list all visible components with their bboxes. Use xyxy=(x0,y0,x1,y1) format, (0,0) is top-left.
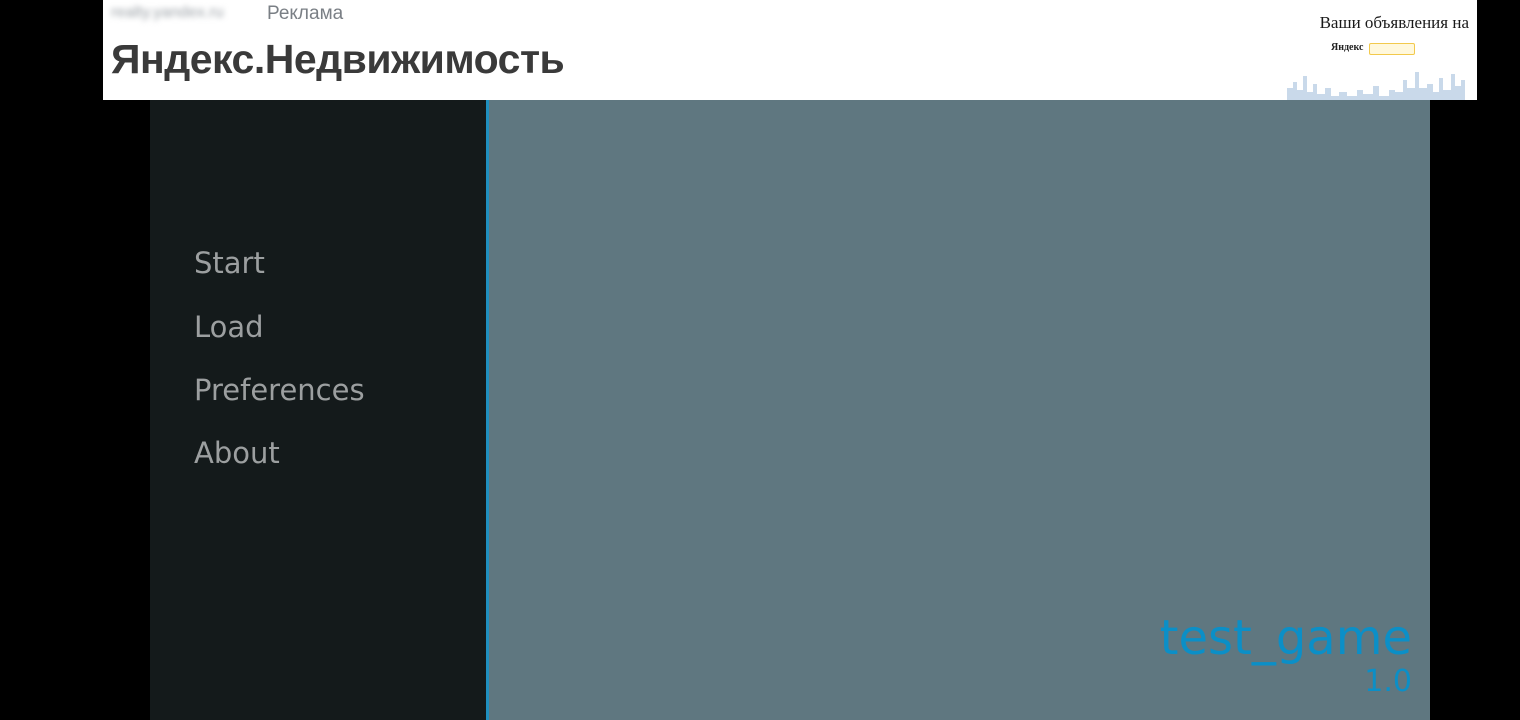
ad-title[interactable]: Яндекс.Недвижимость xyxy=(111,36,565,83)
menu-start-button[interactable]: Start xyxy=(194,246,265,280)
menu-preferences-button[interactable]: Preferences xyxy=(194,373,365,407)
ad-creative-image[interactable]: Ваши объявления на Яндекс xyxy=(1287,0,1477,100)
ad-creative-text: Ваши объявления на xyxy=(1319,13,1469,32)
menu-about-button[interactable]: About xyxy=(194,436,280,470)
ad-creative-logo: Яндекс xyxy=(1331,42,1364,53)
ad-domain[interactable]: realty.yandex.ru xyxy=(111,4,257,24)
ad-label: Реклама xyxy=(267,3,344,24)
menu-load-button[interactable]: Load xyxy=(194,310,264,344)
game-screen: Start Load Preferences About test_game 1… xyxy=(150,100,1430,720)
city-skyline-illustration xyxy=(1287,72,1465,100)
ad-creative-badge xyxy=(1369,43,1415,55)
ad-banner[interactable]: realty.yandex.ru Реклама Яндекс.Недвижим… xyxy=(103,0,1477,100)
screen: realty.yandex.ru Реклама Яндекс.Недвижим… xyxy=(0,0,1520,720)
game-version: 1.0 xyxy=(1364,664,1412,699)
menu-divider xyxy=(486,100,489,720)
main-menu-panel: Start Load Preferences About xyxy=(150,100,486,720)
game-title: test_game xyxy=(1159,610,1412,666)
